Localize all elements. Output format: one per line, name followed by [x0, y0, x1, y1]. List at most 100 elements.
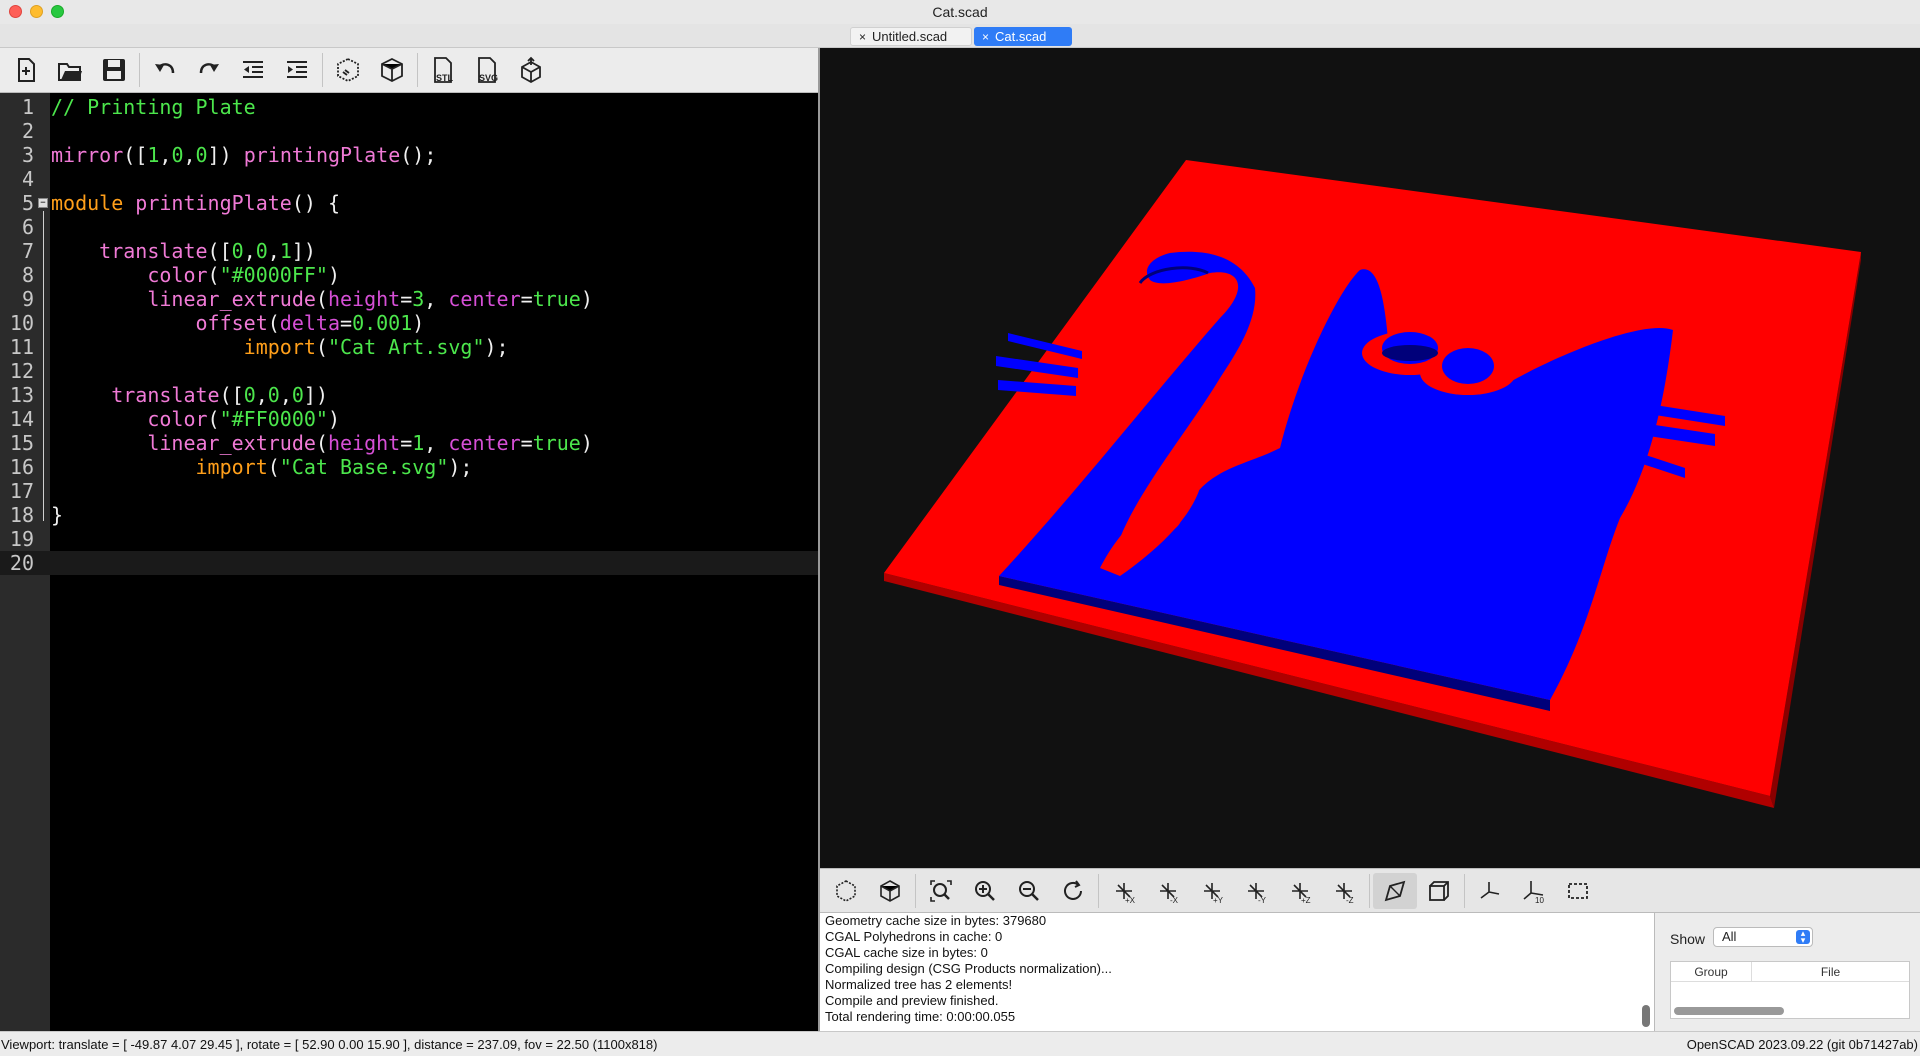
code-line[interactable]: 12 [0, 359, 818, 383]
toolbar-separator [1098, 873, 1099, 908]
preview-button[interactable] [326, 52, 370, 88]
tab-close-icon[interactable]: × [859, 30, 866, 44]
show-axes-button[interactable] [1468, 873, 1512, 909]
view-bottom-button[interactable]: -Z [1322, 873, 1366, 909]
export-stl-button[interactable]: STL [421, 52, 465, 88]
code-line[interactable]: 18} [0, 503, 818, 527]
orthogonal-button[interactable] [1417, 873, 1461, 909]
view-top-button[interactable]: +Z [1278, 873, 1322, 909]
code-token: ( [207, 407, 220, 431]
new-file-icon [18, 58, 35, 82]
view-front-button[interactable]: -Y [1234, 873, 1278, 909]
reset-view-button[interactable] [1051, 873, 1095, 909]
column-header-file[interactable]: File [1752, 962, 1909, 981]
svg-text:+Z: +Z [1301, 896, 1311, 904]
show-filter-select[interactable]: All ▴ ▾ [1713, 927, 1813, 947]
redo-button[interactable] [187, 52, 231, 88]
view-back-button[interactable]: +Y [1190, 873, 1234, 909]
code-line[interactable]: 10 offset(delta=0.001) [0, 311, 818, 335]
minimize-window-button[interactable] [30, 5, 43, 18]
show-edges-button[interactable] [1556, 873, 1600, 909]
code-line[interactable]: 17 [0, 479, 818, 503]
perspective-button[interactable] [1373, 872, 1417, 909]
code-token: 1 [279, 239, 292, 263]
code-token: () { [291, 191, 341, 215]
view-all-button[interactable] [919, 873, 963, 909]
view-left-button[interactable]: -X [1146, 873, 1190, 909]
preview-button[interactable] [824, 873, 868, 909]
log-table[interactable]: Group File [1670, 961, 1910, 1019]
preview-cube-icon [836, 879, 856, 902]
code-line[interactable]: 7 translate([0,0,1]) [0, 239, 818, 263]
code-line[interactable]: 15 linear_extrude(height=1, center=true) [0, 431, 818, 455]
toolbar-separator [139, 53, 140, 87]
svg-text:-X: -X [1170, 896, 1179, 904]
render-button[interactable] [868, 873, 912, 909]
3d-viewport[interactable] [820, 48, 1920, 868]
code-line[interactable]: 1 // Printing Plate [0, 95, 818, 119]
code-line[interactable]: 11 import("Cat Art.svg"); [0, 335, 818, 359]
axis-plus-x-icon: +X [1116, 882, 1136, 904]
close-window-button[interactable] [9, 5, 22, 18]
zoom-in-button[interactable] [963, 873, 1007, 909]
zoom-out-button[interactable] [1007, 873, 1051, 909]
code-line[interactable]: 4 [0, 167, 818, 191]
code-line[interactable]: 14 color("#FF0000") [0, 407, 818, 431]
code-line[interactable]: 3 mirror([1,0,0]) printingPlate(); [0, 143, 818, 167]
code-token: ( [315, 431, 328, 455]
code-token: 0 [267, 383, 280, 407]
code-editor[interactable]: 1// Printing Plate 2 3 mirror([1,0,0]) pr… [0, 93, 818, 1031]
line-number: 3 [21, 143, 34, 167]
log-table-scrollbar[interactable] [1674, 1007, 1784, 1015]
code-token: import [243, 335, 316, 359]
tab-cat[interactable]: × Cat.scad [974, 27, 1072, 46]
tab-close-icon[interactable]: × [982, 30, 989, 44]
code-line[interactable]: 9 linear_extrude(height=3, center=true) [0, 287, 818, 311]
toolbar-separator [915, 873, 916, 908]
new-file-button[interactable] [4, 52, 48, 88]
code-line[interactable]: 19 [0, 527, 818, 551]
redo-icon [199, 63, 219, 74]
code-line-current[interactable]: 20 [0, 551, 818, 575]
export-3mf-button[interactable] [509, 52, 553, 88]
code-line[interactable]: 6 [0, 215, 818, 239]
svg-text:-Z: -Z [1346, 896, 1354, 904]
column-header-group[interactable]: Group [1671, 962, 1752, 981]
unindent-icon [243, 61, 263, 78]
console-scrollbar[interactable] [1642, 1005, 1650, 1027]
console-line: Compiling design (CSG Products normaliza… [825, 961, 1112, 976]
show-scale-button[interactable]: 10 [1512, 873, 1556, 909]
open-file-button[interactable] [48, 52, 92, 88]
tab-untitled[interactable]: × Untitled.scad [850, 27, 972, 46]
unindent-button[interactable] [231, 52, 275, 88]
code-token: import [195, 455, 268, 479]
undo-button[interactable] [143, 52, 187, 88]
scale-markers-icon: 10 [1523, 880, 1544, 904]
code-token: translate [99, 239, 208, 263]
console-output[interactable]: Geometry cache size in bytes: 379680 CGA… [820, 913, 1655, 1031]
indent-button[interactable] [275, 52, 319, 88]
code-token: 3 [412, 287, 425, 311]
code-token: , [267, 239, 280, 263]
line-number: 12 [9, 359, 34, 383]
line-number: 9 [21, 287, 34, 311]
code-line[interactable]: 2 [0, 119, 818, 143]
view-right-button[interactable]: +X [1102, 873, 1146, 909]
save-file-button[interactable] [92, 52, 136, 88]
maximize-window-button[interactable] [51, 5, 64, 18]
code-line[interactable]: 13 translate([0,0,0]) [0, 383, 818, 407]
fold-toggle[interactable]: − [38, 198, 48, 208]
code-token: "#0000FF" [219, 263, 328, 287]
code-line[interactable]: 16 import("Cat Base.svg"); [0, 455, 818, 479]
svg-text:-Y: -Y [1258, 896, 1267, 904]
code-line[interactable]: 8 color("#0000FF") [0, 263, 818, 287]
version-status: OpenSCAD 2023.09.22 (git 0b71427ab) [1686, 1037, 1918, 1052]
code-token: module [51, 191, 124, 215]
code-token: = [400, 431, 413, 455]
code-token: color [147, 263, 208, 287]
code-line[interactable]: 5− module printingPlate() { [0, 191, 818, 215]
export-svg-button[interactable]: SVG [465, 52, 509, 88]
render-button[interactable] [370, 52, 414, 88]
